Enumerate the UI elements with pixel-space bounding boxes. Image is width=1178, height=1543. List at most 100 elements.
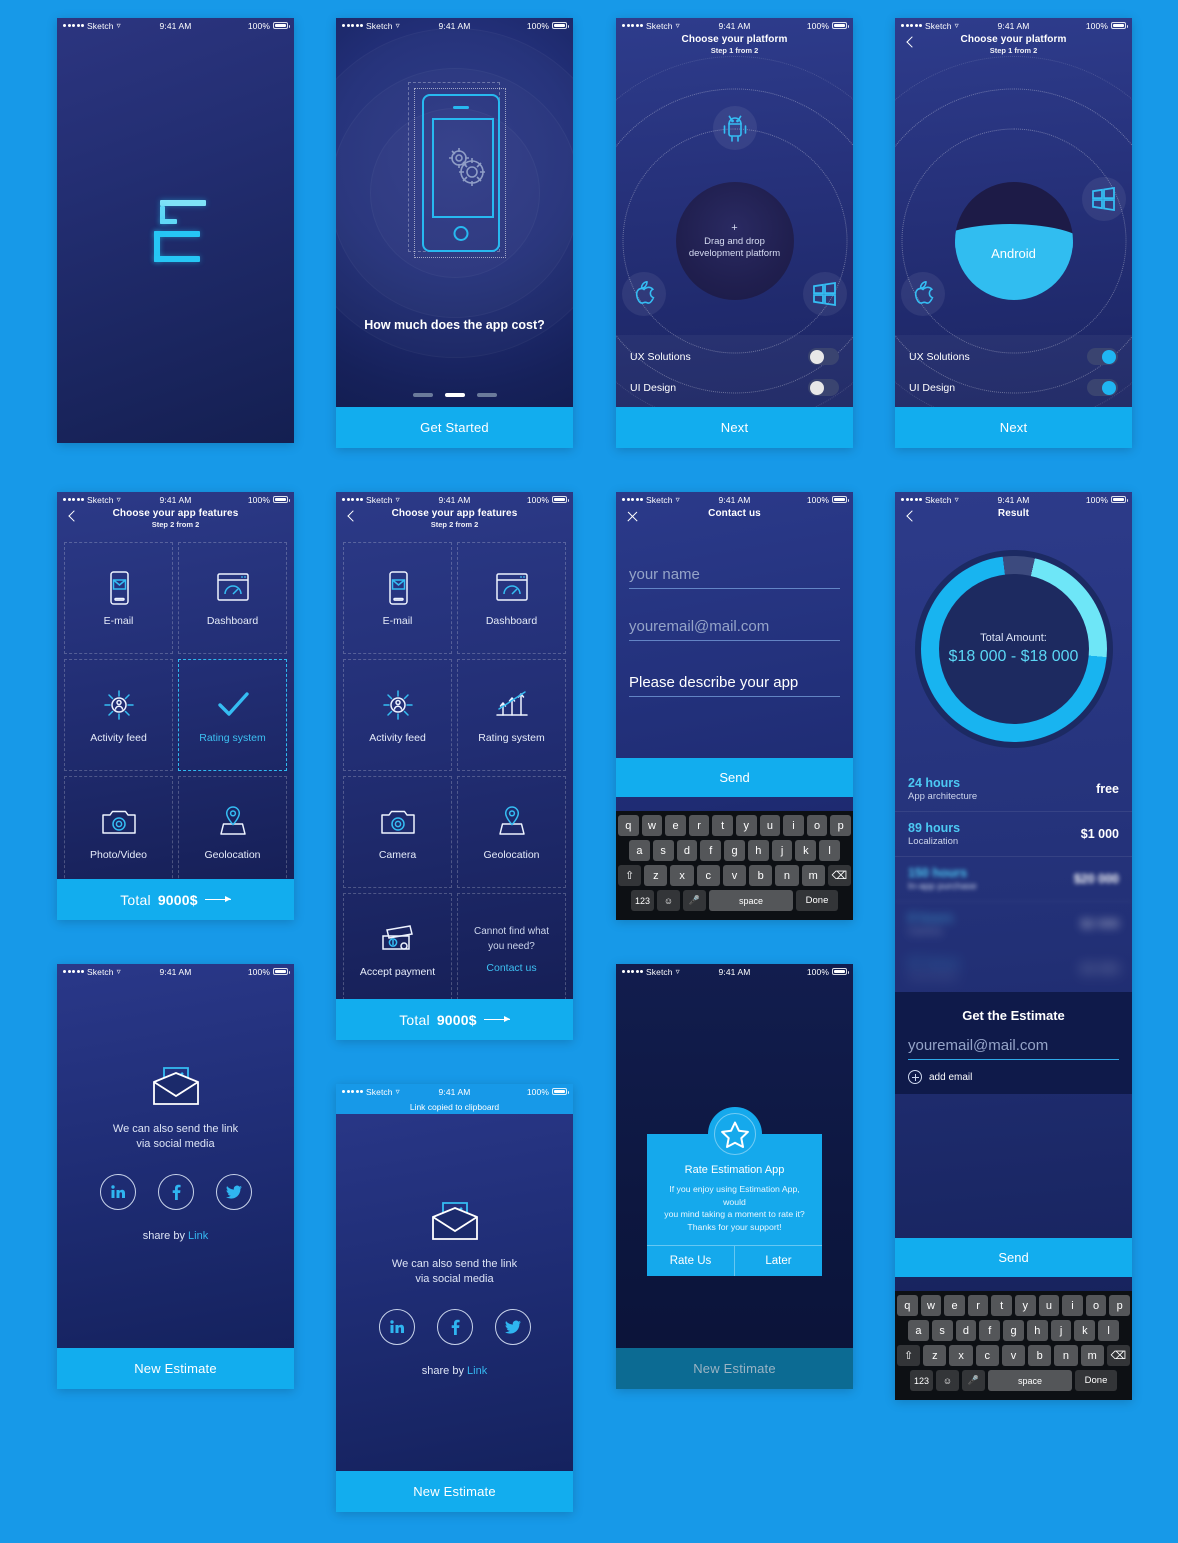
- send-button[interactable]: Send: [616, 758, 853, 797]
- feature-cell-email[interactable]: E-mail: [343, 542, 452, 654]
- key-d[interactable]: d: [955, 1320, 977, 1341]
- table-row[interactable]: 67 hours Geolocation $3 000: [895, 947, 1132, 992]
- key-a[interactable]: a: [907, 1320, 929, 1341]
- table-row[interactable]: 8 hours Camera $2 000: [895, 902, 1132, 947]
- selected-platform-circle[interactable]: Android: [954, 181, 1073, 300]
- space-key[interactable]: space: [988, 1370, 1072, 1391]
- share-link[interactable]: Link: [467, 1365, 487, 1377]
- key-u[interactable]: u: [1038, 1295, 1060, 1316]
- key-o[interactable]: o: [1085, 1295, 1107, 1316]
- backspace-key[interactable]: ⌫: [827, 865, 851, 886]
- facebook-icon[interactable]: [436, 1309, 473, 1345]
- key-t[interactable]: t: [991, 1295, 1012, 1316]
- key-y[interactable]: y: [736, 815, 757, 836]
- key-f[interactable]: f: [700, 840, 722, 861]
- key-k[interactable]: k: [795, 840, 817, 861]
- send-button[interactable]: Send: [895, 1238, 1132, 1277]
- key-m[interactable]: m: [1080, 1345, 1104, 1366]
- key-v[interactable]: v: [722, 865, 747, 886]
- feature-cell-contact-us[interactable]: Cannot find what you need? Contact us: [457, 893, 566, 1005]
- key-h[interactable]: h: [747, 840, 769, 861]
- table-row[interactable]: 24 hours App architecture free: [895, 767, 1132, 812]
- backspace-key[interactable]: ⌫: [1106, 1345, 1130, 1366]
- feature-cell-activity[interactable]: Activity feed: [343, 659, 452, 771]
- key-x[interactable]: x: [670, 865, 694, 886]
- key-n[interactable]: n: [1054, 1345, 1078, 1366]
- key-o[interactable]: o: [806, 815, 828, 836]
- key-z[interactable]: z: [644, 865, 668, 886]
- new-estimate-button[interactable]: New Estimate: [57, 1348, 294, 1389]
- feature-cell-photo-video[interactable]: Photo/Video: [64, 776, 173, 888]
- feature-cell-geolocation[interactable]: Geolocation: [457, 776, 566, 888]
- space-key[interactable]: space: [709, 890, 793, 911]
- numbers-key[interactable]: 123: [910, 1370, 933, 1391]
- key-w[interactable]: w: [641, 815, 663, 836]
- key-k[interactable]: k: [1074, 1320, 1096, 1341]
- key-b[interactable]: b: [749, 865, 773, 886]
- key-n[interactable]: n: [775, 865, 799, 886]
- key-j[interactable]: j: [1050, 1320, 1072, 1341]
- feature-cell-geolocation[interactable]: Geolocation: [178, 776, 287, 888]
- key-e[interactable]: e: [944, 1295, 965, 1316]
- done-key[interactable]: Done: [1075, 1370, 1117, 1391]
- feature-cell-email[interactable]: E-mail: [64, 542, 173, 654]
- mic-key[interactable]: 🎤: [962, 1370, 985, 1391]
- key-d[interactable]: d: [676, 840, 698, 861]
- emoji-key[interactable]: ☺: [936, 1370, 959, 1391]
- key-q[interactable]: q: [618, 815, 639, 836]
- feature-cell-camera[interactable]: Camera: [343, 776, 452, 888]
- key-u[interactable]: u: [759, 815, 781, 836]
- feature-cell-activity[interactable]: Activity feed: [64, 659, 173, 771]
- numbers-key[interactable]: 123: [631, 890, 654, 911]
- key-g[interactable]: g: [724, 840, 745, 861]
- key-b[interactable]: b: [1028, 1345, 1052, 1366]
- add-email-button[interactable]: add email: [895, 1060, 1132, 1084]
- key-r[interactable]: r: [967, 1295, 989, 1316]
- key-e[interactable]: e: [665, 815, 686, 836]
- key-c[interactable]: c: [975, 1345, 999, 1366]
- toggle-row-ui[interactable]: UI Design: [616, 372, 853, 403]
- toggle-row-ui[interactable]: UI Design: [895, 372, 1132, 403]
- toggle-row-ux[interactable]: UX Solutions: [895, 341, 1132, 372]
- facebook-icon[interactable]: [157, 1174, 194, 1210]
- back-button[interactable]: [904, 509, 918, 525]
- key-f[interactable]: f: [979, 1320, 1001, 1341]
- pager-dot-2[interactable]: [444, 393, 465, 397]
- contact-us-link[interactable]: Contact us: [486, 962, 536, 974]
- android-node[interactable]: [712, 106, 757, 151]
- next-button[interactable]: Next: [895, 407, 1132, 448]
- apple-node[interactable]: [901, 272, 946, 317]
- later-button[interactable]: Later: [734, 1246, 822, 1276]
- twitter-icon[interactable]: [215, 1174, 252, 1210]
- page-indicator[interactable]: [336, 393, 573, 397]
- key-t[interactable]: t: [712, 815, 733, 836]
- twitter-icon[interactable]: [494, 1309, 531, 1345]
- ui-design-toggle[interactable]: [808, 379, 839, 396]
- key-x[interactable]: x: [949, 1345, 973, 1366]
- ux-solutions-toggle[interactable]: [808, 348, 839, 365]
- mic-key[interactable]: 🎤: [683, 890, 706, 911]
- table-row[interactable]: 89 hours Localization $1 000: [895, 812, 1132, 857]
- key-r[interactable]: r: [688, 815, 710, 836]
- name-field[interactable]: your name: [629, 566, 840, 589]
- keyboard[interactable]: q w e r t y u i o p a s d f g h j k l ⇧ …: [616, 811, 853, 920]
- ux-solutions-toggle[interactable]: [1087, 348, 1118, 365]
- key-q[interactable]: q: [897, 1295, 918, 1316]
- new-estimate-button[interactable]: New Estimate: [336, 1471, 573, 1512]
- shift-key[interactable]: ⇧: [897, 1345, 921, 1366]
- ui-design-toggle[interactable]: [1087, 379, 1118, 396]
- key-y[interactable]: y: [1015, 1295, 1036, 1316]
- key-l[interactable]: l: [1098, 1320, 1120, 1341]
- total-button[interactable]: Total 9000$: [336, 999, 573, 1040]
- key-i[interactable]: i: [1062, 1295, 1083, 1316]
- done-key[interactable]: Done: [796, 890, 838, 911]
- windows-node[interactable]: [1081, 177, 1126, 221]
- key-j[interactable]: j: [771, 840, 793, 861]
- toggle-row-ux[interactable]: UX Solutions: [616, 341, 853, 372]
- keyboard[interactable]: q w e r t y u i o p a s d f g h j k l ⇧ …: [895, 1291, 1132, 1400]
- email-field[interactable]: youremail@mail.com: [629, 618, 840, 641]
- feature-cell-rating[interactable]: Rating system: [457, 659, 566, 771]
- total-button[interactable]: Total 9000$: [57, 879, 294, 920]
- linkedin-icon[interactable]: [99, 1174, 136, 1210]
- feature-cell-dashboard[interactable]: Dashboard: [457, 542, 566, 654]
